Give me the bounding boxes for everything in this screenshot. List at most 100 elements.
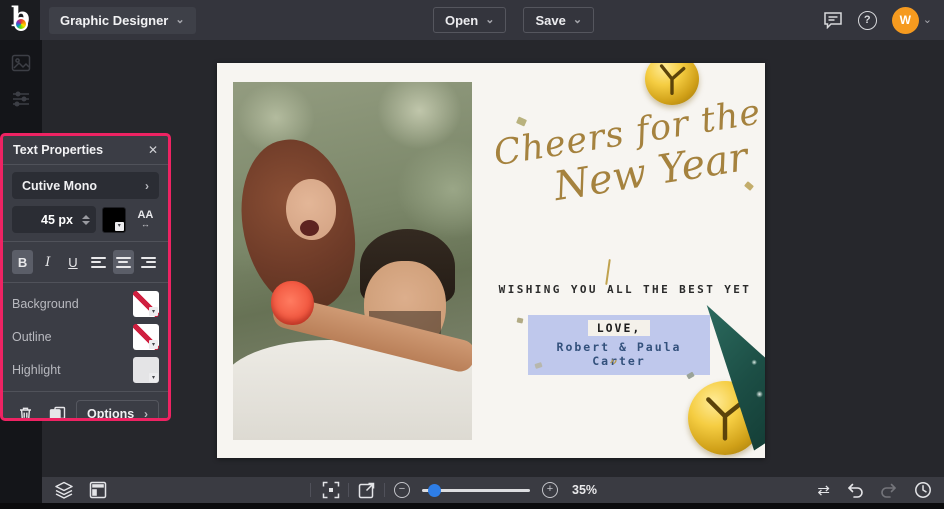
zoom-slider-handle[interactable] — [428, 483, 441, 497]
highlight-color-swatch[interactable]: ▾ — [133, 357, 159, 383]
panel-bottom-row: Options › — [12, 400, 159, 421]
background-row: Background ▾ — [12, 291, 159, 317]
chevron-down-icon: ⌄ — [175, 13, 185, 26]
divider — [310, 483, 311, 497]
swatch-dropdown-icon[interactable]: ▾ — [149, 373, 158, 382]
panel-header: Text Properties ✕ — [3, 136, 168, 165]
delete-layer-button[interactable] — [12, 401, 39, 418]
swatch-dropdown-icon[interactable]: ▾ — [114, 221, 124, 231]
size-color-row: 45 px ▾ AA ↔ — [12, 206, 159, 233]
align-left-button[interactable] — [88, 250, 109, 274]
outline-label: Outline — [12, 330, 52, 344]
swatch-dropdown-icon[interactable]: ▾ — [149, 340, 158, 349]
confetti-fleck — [515, 116, 528, 127]
image-manager-icon[interactable] — [11, 54, 31, 77]
panel-body: Cutive Mono › 45 px ▾ AA ↔ B I U Backgro… — [3, 165, 168, 421]
fit-to-screen-icon[interactable] — [322, 481, 340, 499]
underline-button[interactable]: U — [62, 250, 83, 274]
panel-title: Text Properties — [13, 143, 104, 157]
confetti-fleck — [516, 317, 524, 324]
swatch-dropdown-icon[interactable]: ▾ — [149, 307, 158, 316]
chevron-down-icon: ⌄ — [485, 13, 495, 26]
feedback-comment-icon[interactable] — [823, 11, 843, 29]
align-center-button[interactable] — [112, 250, 134, 274]
app-window: b Graphic Designer ⌄ Open ⌄ Save ⌄ — [0, 0, 944, 509]
close-icon[interactable]: ✕ — [148, 143, 158, 157]
app-switcher-label: Graphic Designer — [60, 12, 169, 28]
highlight-row: Highlight ▾ — [12, 357, 159, 383]
options-button[interactable]: Options › — [76, 400, 159, 421]
love-text: LOVE, — [587, 320, 651, 336]
font-size-value: 45 px — [41, 212, 73, 227]
save-button[interactable]: Save ⌄ — [523, 7, 595, 33]
outline-row: Outline ▾ — [12, 324, 159, 350]
account-menu[interactable]: W ⌄ — [891, 6, 932, 34]
divider — [3, 282, 168, 283]
avatar: W — [891, 6, 919, 34]
top-toolbar: b Graphic Designer ⌄ Open ⌄ Save ⌄ — [0, 0, 944, 40]
zoom-controls: − + 35% — [394, 477, 597, 503]
font-size-stepper — [79, 214, 93, 225]
minus-icon: − — [398, 483, 406, 495]
options-label: Options — [87, 406, 135, 421]
stepper-up-icon[interactable] — [82, 214, 90, 219]
before-after-compare-icon[interactable]: ⇄ — [817, 483, 830, 498]
bottom-toolbar: − + 35% ⇄ — [42, 477, 944, 503]
adjust-sliders-icon[interactable] — [11, 90, 31, 113]
zoom-level-value: 35% — [572, 483, 598, 497]
font-family-value: Cutive Mono — [22, 178, 97, 193]
stepper-down-icon[interactable] — [82, 220, 90, 225]
confetti-fleck — [744, 181, 754, 191]
templates-layout-icon[interactable] — [89, 481, 107, 499]
befunky-logo[interactable]: b — [0, 0, 40, 40]
undo-icon[interactable] — [846, 482, 864, 498]
photo-detail — [299, 219, 320, 236]
letter-spacing-arrow-icon: ↔ — [140, 219, 150, 229]
background-color-swatch[interactable]: ▾ — [133, 291, 159, 317]
help-glyph: ? — [863, 14, 871, 26]
confetti-streamer — [605, 258, 611, 286]
divider — [348, 483, 349, 497]
bottombar-right: ⇄ — [817, 477, 932, 503]
chevron-right-icon: › — [145, 178, 149, 193]
design-canvas[interactable]: Cheers for the New Year WISHING YOU ALL … — [217, 63, 765, 458]
text-properties-panel: Text Properties ✕ Cutive Mono › 45 px ▾ — [0, 133, 171, 421]
letter-spacing-button[interactable]: AA ↔ — [132, 206, 159, 233]
file-actions: Open ⌄ Save ⌄ — [433, 7, 595, 33]
font-size-input[interactable]: 45 px — [12, 206, 96, 233]
redo-icon[interactable] — [880, 482, 898, 498]
zoom-out-button[interactable]: − — [394, 482, 410, 498]
zoom-slider[interactable] — [422, 483, 530, 497]
open-button-label: Open — [445, 12, 479, 28]
zoom-in-button[interactable]: + — [542, 482, 558, 498]
align-right-button[interactable] — [138, 250, 159, 274]
chevron-down-icon: ⌄ — [922, 13, 932, 26]
preview-fullscreen-icon[interactable] — [358, 481, 376, 499]
format-row: B I U — [12, 250, 159, 274]
highlight-label: Highlight — [12, 363, 61, 377]
divider — [384, 483, 385, 497]
chevron-down-icon: ⌄ — [572, 13, 583, 26]
duplicate-layer-button[interactable] — [44, 401, 71, 418]
couple-photo[interactable] — [233, 82, 472, 440]
text-color-swatch[interactable]: ▾ — [102, 206, 126, 233]
italic-button[interactable]: I — [37, 250, 58, 274]
history-clock-icon[interactable] — [914, 481, 932, 499]
plus-icon: + — [546, 483, 554, 495]
bold-button[interactable]: B — [12, 250, 34, 274]
app-switcher-menu[interactable]: Graphic Designer ⌄ — [49, 6, 196, 34]
background-label: Background — [12, 297, 79, 311]
open-button[interactable]: Open ⌄ — [433, 7, 507, 33]
align-right-icon — [140, 256, 156, 268]
align-center-icon — [115, 256, 131, 268]
chevron-right-icon: › — [144, 406, 148, 421]
gold-bell-decoration — [645, 63, 699, 105]
photo-detail — [271, 280, 315, 326]
layers-icon[interactable] — [54, 481, 74, 499]
divider — [3, 391, 168, 392]
font-family-selector[interactable]: Cutive Mono › — [12, 172, 159, 199]
outline-color-swatch[interactable]: ▾ — [133, 324, 159, 350]
headline-script-text[interactable]: Cheers for the New Year — [490, 92, 765, 216]
help-icon[interactable]: ? — [857, 10, 877, 30]
topbar-right-icons: ? W ⌄ — [823, 0, 932, 40]
